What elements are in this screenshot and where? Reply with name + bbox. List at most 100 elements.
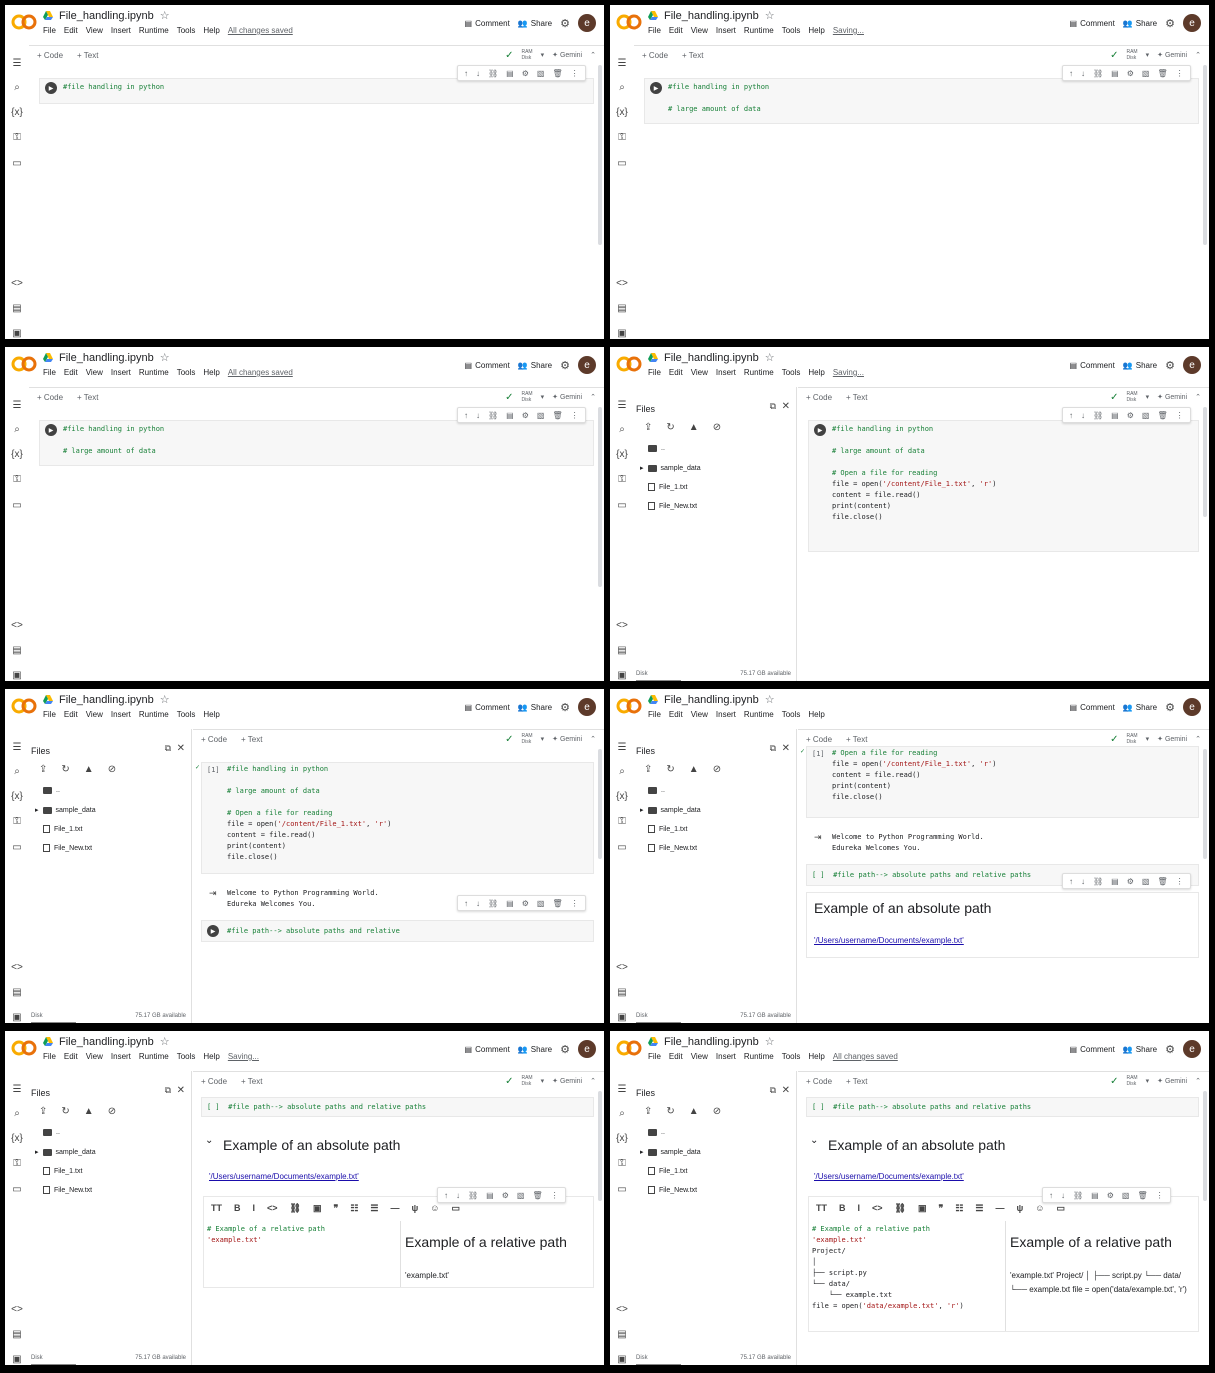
menu-insert[interactable]: Insert bbox=[716, 710, 736, 719]
image-icon[interactable]: ▣ bbox=[313, 1203, 322, 1214]
run-cell-button[interactable]: ▶ bbox=[814, 424, 826, 436]
chevron-down-icon[interactable]: ▾ bbox=[1146, 1077, 1150, 1085]
emoji-icon[interactable]: ☺ bbox=[1035, 1203, 1044, 1214]
terminal-icon[interactable]: ▣ bbox=[615, 1012, 629, 1023]
link-icon[interactable]: ⛓ bbox=[290, 1203, 301, 1214]
more-icon[interactable]: ⋮ bbox=[571, 899, 579, 908]
file-item[interactable]: File_1.txt bbox=[648, 1167, 687, 1175]
code-text[interactable]: # Example of a relative path 'example.txt… bbox=[812, 1224, 964, 1312]
code-text[interactable]: [ ] #file path--> absolute paths and rel… bbox=[812, 870, 1031, 881]
star-icon[interactable]: ☆ bbox=[160, 9, 170, 22]
folder-icon[interactable]: ▭ bbox=[10, 158, 24, 170]
notebook-title[interactable]: File_handling.ipynb bbox=[664, 10, 759, 22]
move-down-icon[interactable]: ↓ bbox=[476, 411, 480, 420]
star-icon[interactable]: ☆ bbox=[765, 1035, 775, 1048]
add-code-button[interactable]: + Code bbox=[806, 393, 832, 402]
upload-icon[interactable]: ⇪ bbox=[644, 764, 652, 775]
terminal-icon[interactable]: ▣ bbox=[615, 670, 629, 681]
chevron-down-icon[interactable]: ▾ bbox=[541, 51, 545, 59]
code-snippets-icon[interactable]: <> bbox=[10, 962, 24, 974]
upload-icon[interactable]: ⇪ bbox=[644, 1106, 652, 1117]
add-text-button[interactable]: + Text bbox=[77, 393, 98, 402]
star-icon[interactable]: ☆ bbox=[765, 693, 775, 706]
new-window-icon[interactable]: ⧉ bbox=[770, 1085, 776, 1096]
menu-insert[interactable]: Insert bbox=[111, 368, 131, 377]
move-up-icon[interactable]: ↑ bbox=[464, 899, 468, 908]
comment-button[interactable]: ▤ Comment bbox=[465, 1045, 510, 1054]
chevron-up-icon[interactable]: ⌃ bbox=[1195, 51, 1201, 59]
move-up-icon[interactable]: ↑ bbox=[1049, 1191, 1053, 1200]
save-status[interactable]: All changes saved bbox=[833, 1052, 898, 1061]
gear-icon[interactable]: ⚙ bbox=[1165, 359, 1175, 372]
new-window-icon[interactable]: ⧉ bbox=[770, 743, 776, 754]
code-text[interactable]: # Open a file for reading file = open('/c… bbox=[832, 748, 996, 803]
mount-drive-icon[interactable]: ▲ bbox=[689, 1106, 699, 1117]
code-snippets-icon[interactable]: <> bbox=[10, 620, 24, 632]
colab-logo-icon[interactable] bbox=[11, 11, 37, 33]
link-icon[interactable]: ⛓ bbox=[488, 69, 498, 78]
variables-icon[interactable]: {x} bbox=[615, 107, 629, 119]
menu-insert[interactable]: Insert bbox=[716, 1052, 736, 1061]
close-icon[interactable]: ✕ bbox=[177, 1085, 185, 1096]
command-palette-icon[interactable]: ▤ bbox=[10, 645, 24, 657]
chevron-down-icon[interactable]: ⌄ bbox=[810, 1135, 818, 1146]
menu-help[interactable]: Help bbox=[203, 26, 219, 35]
menu-view[interactable]: View bbox=[86, 368, 103, 377]
delete-icon[interactable]: 🗑 bbox=[552, 411, 562, 420]
text-size-icon[interactable]: TT bbox=[211, 1203, 222, 1214]
notebook-title[interactable]: File_handling.ipynb bbox=[59, 1036, 154, 1048]
key-icon[interactable]: ⚿ bbox=[615, 816, 629, 828]
move-down-icon[interactable]: ↓ bbox=[1081, 877, 1085, 886]
expand-icon[interactable]: ▸ bbox=[640, 806, 644, 814]
mirror-icon[interactable]: ▧ bbox=[537, 899, 545, 908]
menu-runtime[interactable]: Runtime bbox=[744, 26, 774, 35]
toc-icon[interactable]: ☰ bbox=[10, 742, 24, 754]
command-palette-icon[interactable]: ▤ bbox=[615, 987, 629, 999]
search-icon[interactable]: ⌕ bbox=[615, 766, 629, 778]
file-item[interactable]: .. bbox=[43, 1129, 60, 1136]
bullet-list-icon[interactable]: ☰ bbox=[370, 1203, 378, 1214]
save-status[interactable]: Saving... bbox=[833, 368, 864, 377]
delete-icon[interactable]: 🗑 bbox=[1157, 411, 1167, 420]
file-item[interactable]: File_New.txt bbox=[43, 844, 92, 852]
menu-file[interactable]: File bbox=[648, 368, 661, 377]
gemini-button[interactable]: ✦ Gemini bbox=[552, 51, 582, 59]
hide-icon[interactable]: ⊘ bbox=[108, 764, 116, 775]
key-icon[interactable]: ⚿ bbox=[615, 1158, 629, 1170]
close-icon[interactable]: ✕ bbox=[782, 743, 790, 754]
terminal-icon[interactable]: ▣ bbox=[10, 670, 24, 681]
scrollbar[interactable] bbox=[1203, 65, 1207, 245]
more-icon[interactable]: ⋮ bbox=[1176, 877, 1184, 886]
notebook-title[interactable]: File_handling.ipynb bbox=[59, 352, 154, 364]
bold-icon[interactable]: B bbox=[839, 1203, 846, 1214]
file-item[interactable]: File_1.txt bbox=[43, 1167, 82, 1175]
menu-edit[interactable]: Edit bbox=[64, 26, 78, 35]
avatar[interactable]: e bbox=[578, 356, 596, 374]
hide-icon[interactable]: ⊘ bbox=[713, 764, 721, 775]
menu-insert[interactable]: Insert bbox=[716, 368, 736, 377]
code-snippets-icon[interactable]: <> bbox=[615, 620, 629, 632]
add-code-button[interactable]: + Code bbox=[37, 51, 63, 60]
chevron-down-icon[interactable]: ▾ bbox=[541, 393, 545, 401]
expand-icon[interactable]: ▸ bbox=[35, 1148, 39, 1156]
gemini-button[interactable]: ✦ Gemini bbox=[552, 735, 582, 743]
menu-help[interactable]: Help bbox=[203, 1052, 219, 1061]
comment-icon[interactable]: ▤ bbox=[1091, 1191, 1099, 1200]
bullet-list-icon[interactable]: ☰ bbox=[975, 1203, 983, 1214]
comment-button[interactable]: ▤ Comment bbox=[1070, 1045, 1115, 1054]
add-code-button[interactable]: + Code bbox=[201, 1077, 227, 1086]
code-text[interactable]: #file handling in python # large amount … bbox=[832, 424, 996, 523]
key-icon[interactable]: ⚿ bbox=[10, 1158, 24, 1170]
code-text[interactable]: Welcome to Python Programming World. Edur… bbox=[832, 832, 984, 854]
hide-icon[interactable]: ⊘ bbox=[713, 422, 721, 433]
markdown-link[interactable]: '/Users/username/Documents/example.txt' bbox=[209, 1172, 359, 1181]
mirror-icon[interactable]: ▧ bbox=[1142, 877, 1150, 886]
variables-icon[interactable]: {x} bbox=[10, 1133, 24, 1145]
add-text-button[interactable]: + Text bbox=[682, 51, 703, 60]
link-icon[interactable]: ⛓ bbox=[1093, 877, 1103, 886]
avatar[interactable]: e bbox=[578, 698, 596, 716]
variables-icon[interactable]: {x} bbox=[10, 107, 24, 119]
menu-file[interactable]: File bbox=[648, 26, 661, 35]
move-down-icon[interactable]: ↓ bbox=[456, 1191, 460, 1200]
comment-icon[interactable]: ▤ bbox=[506, 69, 514, 78]
